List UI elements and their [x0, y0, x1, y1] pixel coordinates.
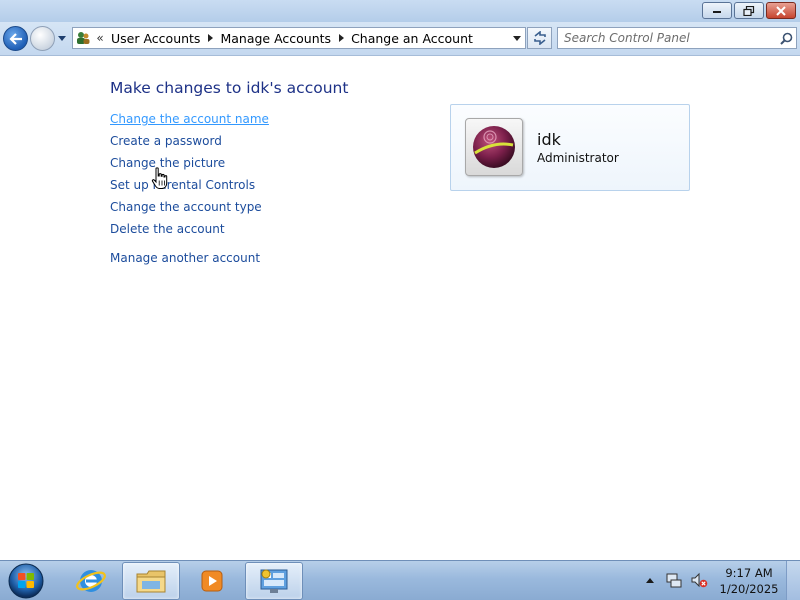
chevron-down-icon	[513, 35, 521, 41]
close-icon	[776, 5, 786, 16]
close-button[interactable]	[766, 2, 796, 19]
manage-another-account-link[interactable]: Manage another account	[110, 250, 269, 272]
search-input[interactable]	[558, 28, 776, 48]
change-account-type-link[interactable]: Change the account type	[110, 199, 269, 221]
user-name: idk	[537, 130, 561, 149]
restore-button[interactable]	[734, 2, 764, 19]
address-overflow-button[interactable]: «	[93, 31, 107, 45]
minimize-icon	[713, 10, 721, 13]
taskbar-media-player[interactable]	[183, 562, 241, 600]
breadcrumb-user-accounts[interactable]: User Accounts	[107, 31, 204, 46]
taskbar-internet-explorer[interactable]	[62, 562, 120, 600]
volume-muted-icon[interactable]	[690, 571, 708, 589]
back-arrow-icon	[8, 32, 22, 45]
navigation-bar: « User Accounts Manage Accounts Change a…	[0, 22, 800, 56]
ball-picture-icon	[465, 118, 523, 176]
show-desktop-button[interactable]	[786, 561, 800, 600]
breadcrumb-change-an-account[interactable]: Change an Account	[347, 31, 477, 46]
start-orb-icon	[8, 563, 44, 599]
search-box[interactable]	[557, 27, 797, 49]
taskbar-control-panel[interactable]	[245, 562, 303, 600]
restore-icon	[743, 5, 755, 16]
user-accounts-icon	[73, 28, 93, 48]
clock-time: 9:17 AM	[725, 566, 773, 580]
address-bar[interactable]: « User Accounts Manage Accounts Change a…	[72, 27, 526, 49]
chevron-down-icon	[58, 35, 66, 41]
taskbar: 9:17 AM 1/20/2025	[0, 560, 800, 600]
title-bar	[0, 0, 800, 22]
refresh-button[interactable]	[527, 27, 552, 49]
show-hidden-icons-button[interactable]	[644, 574, 656, 586]
task-links: Change the account name Create a passwor…	[110, 111, 269, 272]
create-password-link[interactable]: Create a password	[110, 133, 269, 155]
media-player-icon	[201, 570, 223, 592]
user-role: Administrator	[537, 151, 619, 165]
file-explorer-icon	[136, 570, 166, 593]
delete-account-link[interactable]: Delete the account	[110, 221, 269, 243]
chevron-up-icon	[646, 577, 654, 583]
internet-explorer-icon	[76, 570, 106, 592]
taskbar-file-explorer[interactable]	[122, 562, 180, 600]
network-icon[interactable]	[665, 571, 683, 589]
breadcrumb-separator-icon[interactable]	[335, 28, 347, 48]
change-picture-link[interactable]: Change the picture	[110, 155, 269, 177]
page-title: Make changes to idk's account	[110, 79, 349, 97]
system-clock[interactable]: 9:17 AM 1/20/2025	[716, 565, 782, 597]
caption-buttons	[702, 2, 796, 19]
address-dropdown-button[interactable]	[509, 28, 525, 48]
minimize-button[interactable]	[702, 2, 732, 19]
control-panel-icon	[260, 569, 288, 593]
back-button[interactable]	[3, 26, 28, 51]
user-account-tile: idk Administrator	[450, 104, 690, 191]
change-account-name-link[interactable]: Change the account name	[110, 111, 269, 133]
breadcrumb-manage-accounts[interactable]: Manage Accounts	[216, 31, 335, 46]
content-area: Make changes to idk's account Change the…	[0, 57, 800, 560]
start-button[interactable]	[6, 562, 46, 600]
refresh-icon	[533, 31, 546, 45]
hand-cursor-icon	[151, 167, 168, 189]
clock-date: 1/20/2025	[719, 582, 779, 596]
parental-controls-link[interactable]: Set up Parental Controls	[110, 177, 269, 199]
recent-pages-button[interactable]	[57, 33, 67, 43]
forward-button[interactable]	[30, 26, 55, 51]
search-icon[interactable]	[776, 28, 796, 48]
breadcrumb-separator-icon[interactable]	[204, 28, 216, 48]
